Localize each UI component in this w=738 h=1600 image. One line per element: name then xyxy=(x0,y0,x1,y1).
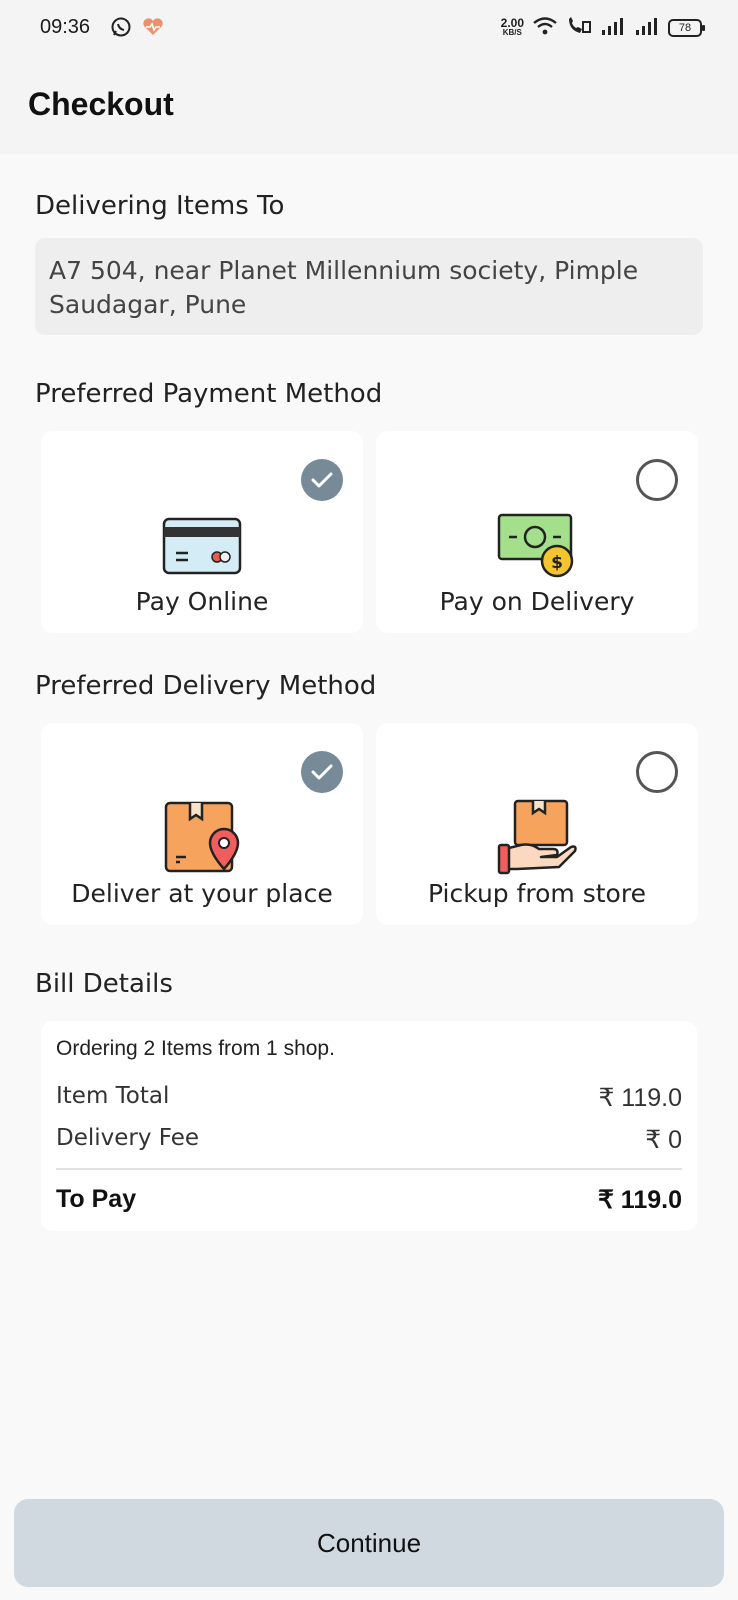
delivery-address-label: Delivering Items To xyxy=(35,191,285,221)
pay-online-label: Pay Online xyxy=(135,587,269,616)
battery-icon: 78 xyxy=(668,19,705,37)
wifi-icon xyxy=(532,16,558,40)
delivery-fee-value: ₹ 0 xyxy=(645,1126,682,1154)
radio-unchecked-icon xyxy=(636,751,678,793)
pay-on-delivery-option[interactable]: $ Pay on Delivery xyxy=(376,431,698,633)
status-bar: 09:36 2.00 KB/S 78 xyxy=(0,0,738,58)
health-heart-icon xyxy=(142,17,164,41)
to-pay-label: To Pay xyxy=(56,1185,137,1213)
payment-method-label: Preferred Payment Method xyxy=(35,379,383,409)
app-bar: Checkout xyxy=(0,58,738,154)
network-speed: 2.00 KB/S xyxy=(500,16,524,37)
cash-icon: $ xyxy=(495,507,579,585)
signal-icon xyxy=(634,16,660,40)
delivery-fee-row: Delivery Fee ₹ 0 xyxy=(56,1125,682,1155)
delivery-method-label: Preferred Delivery Method xyxy=(35,671,377,701)
page-title: Checkout xyxy=(28,86,174,122)
continue-button[interactable]: Continue xyxy=(14,1499,724,1587)
to-pay-value: ₹ 119.0 xyxy=(597,1186,682,1214)
pay-online-option[interactable]: Pay Online xyxy=(41,431,363,633)
item-total-value: ₹ 119.0 xyxy=(598,1084,682,1112)
svg-text:$: $ xyxy=(551,553,563,573)
radio-unchecked-icon xyxy=(636,459,678,501)
delivery-address-field[interactable]: A7 504, near Planet Millennium society, … xyxy=(35,238,703,335)
checkmark-icon xyxy=(301,459,343,501)
signal-icon xyxy=(600,16,626,40)
hand-package-icon xyxy=(495,799,579,877)
credit-card-icon xyxy=(160,507,244,585)
pay-on-delivery-label: Pay on Delivery xyxy=(439,587,635,616)
to-pay-row: To Pay ₹ 119.0 xyxy=(56,1185,682,1215)
checkmark-icon xyxy=(301,751,343,793)
item-total-label: Item Total xyxy=(56,1083,170,1109)
whatsapp-icon xyxy=(110,16,132,42)
deliver-at-place-label: Deliver at your place xyxy=(71,879,333,908)
volte-call-icon xyxy=(566,16,592,40)
divider xyxy=(56,1168,682,1170)
bill-intro: Ordering 2 Items from 1 shop. xyxy=(56,1037,335,1060)
bill-details-card: Ordering 2 Items from 1 shop. Item Total… xyxy=(41,1021,697,1231)
bill-details-label: Bill Details xyxy=(35,969,173,999)
package-location-icon xyxy=(160,799,244,877)
pickup-from-store-label: Pickup from store xyxy=(428,879,646,908)
pickup-from-store-option[interactable]: Pickup from store xyxy=(376,723,698,925)
deliver-at-place-option[interactable]: Deliver at your place xyxy=(41,723,363,925)
status-time: 09:36 xyxy=(40,16,91,38)
item-total-row: Item Total ₹ 119.0 xyxy=(56,1083,682,1113)
delivery-fee-label: Delivery Fee xyxy=(56,1125,200,1151)
